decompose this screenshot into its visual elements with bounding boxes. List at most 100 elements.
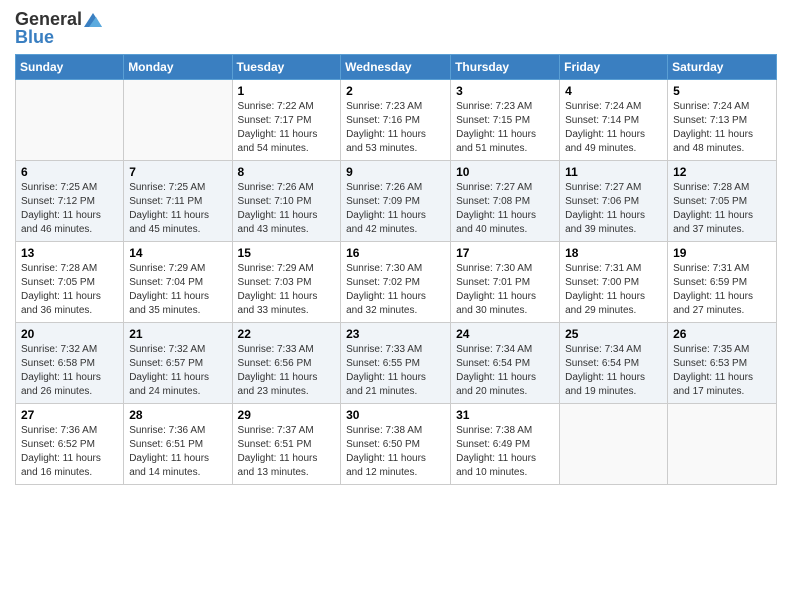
page: General Blue SundayMondayTuesdayWednesda…	[0, 0, 792, 500]
calendar-cell: 17 Sunrise: 7:30 AM Sunset: 7:01 PM Dayli…	[451, 241, 560, 322]
day-number: 13	[21, 246, 118, 260]
day-info: Sunrise: 7:25 AM Sunset: 7:11 PM Dayligh…	[129, 181, 226, 237]
day-number: 3	[456, 84, 554, 98]
calendar-cell: 12 Sunrise: 7:28 AM Sunset: 7:05 PM Dayli…	[668, 160, 777, 241]
day-number: 8	[238, 165, 336, 179]
day-info: Sunrise: 7:26 AM Sunset: 7:09 PM Dayligh…	[346, 181, 445, 237]
day-number: 20	[21, 327, 118, 341]
day-number: 6	[21, 165, 118, 179]
calendar-cell: 14 Sunrise: 7:29 AM Sunset: 7:04 PM Dayli…	[124, 241, 232, 322]
calendar-cell: 30 Sunrise: 7:38 AM Sunset: 6:50 PM Dayli…	[341, 403, 451, 484]
calendar-cell: 18Sunrise: 7:31 AM Sunset: 7:00 PM Dayli…	[560, 241, 668, 322]
day-info: Sunrise: 7:33 AM Sunset: 6:56 PM Dayligh…	[238, 343, 336, 399]
day-number: 15	[238, 246, 336, 260]
weekday-header-thursday: Thursday	[451, 54, 560, 79]
calendar-cell: 23Sunrise: 7:33 AM Sunset: 6:55 PM Dayli…	[341, 322, 451, 403]
calendar-week-row: 20 Sunrise: 7:32 AM Sunset: 6:58 PM Dayli…	[16, 322, 777, 403]
calendar-cell: 7 Sunrise: 7:25 AM Sunset: 7:11 PM Daylig…	[124, 160, 232, 241]
day-number: 4	[565, 84, 662, 98]
day-info: Sunrise: 7:30 AM Sunset: 7:01 PM Dayligh…	[456, 262, 554, 318]
calendar-cell: 8 Sunrise: 7:26 AM Sunset: 7:10 PM Daylig…	[232, 160, 341, 241]
day-info: Sunrise: 7:31 AM Sunset: 7:00 PM Dayligh…	[565, 262, 662, 318]
calendar-cell: 11Sunrise: 7:27 AM Sunset: 7:06 PM Dayli…	[560, 160, 668, 241]
calendar-cell: 15 Sunrise: 7:29 AM Sunset: 7:03 PM Dayli…	[232, 241, 341, 322]
day-number: 16	[346, 246, 445, 260]
weekday-header-row: SundayMondayTuesdayWednesdayThursdayFrid…	[16, 54, 777, 79]
weekday-header-friday: Friday	[560, 54, 668, 79]
day-number: 26	[673, 327, 771, 341]
day-number: 7	[129, 165, 226, 179]
day-number: 28	[129, 408, 226, 422]
day-info: Sunrise: 7:24 AM Sunset: 7:14 PM Dayligh…	[565, 100, 662, 156]
day-info: Sunrise: 7:25 AM Sunset: 7:12 PM Dayligh…	[21, 181, 118, 237]
calendar-cell: 13 Sunrise: 7:28 AM Sunset: 7:05 PM Dayli…	[16, 241, 124, 322]
calendar-cell: 25 Sunrise: 7:34 AM Sunset: 6:54 PM Dayli…	[560, 322, 668, 403]
calendar-cell	[16, 79, 124, 160]
day-info: Sunrise: 7:24 AM Sunset: 7:13 PM Dayligh…	[673, 100, 771, 156]
day-info: Sunrise: 7:22 AM Sunset: 7:17 PM Dayligh…	[238, 100, 336, 156]
day-number: 25	[565, 327, 662, 341]
day-info: Sunrise: 7:29 AM Sunset: 7:03 PM Dayligh…	[238, 262, 336, 318]
day-number: 27	[21, 408, 118, 422]
day-info: Sunrise: 7:33 AM Sunset: 6:55 PM Dayligh…	[346, 343, 445, 399]
calendar-cell: 24 Sunrise: 7:34 AM Sunset: 6:54 PM Dayli…	[451, 322, 560, 403]
calendar-cell: 2 Sunrise: 7:23 AM Sunset: 7:16 PM Daylig…	[341, 79, 451, 160]
day-info: Sunrise: 7:32 AM Sunset: 6:58 PM Dayligh…	[21, 343, 118, 399]
calendar-cell: 19 Sunrise: 7:31 AM Sunset: 6:59 PM Dayli…	[668, 241, 777, 322]
day-number: 5	[673, 84, 771, 98]
weekday-header-wednesday: Wednesday	[341, 54, 451, 79]
calendar-cell	[560, 403, 668, 484]
calendar-cell: 28 Sunrise: 7:36 AM Sunset: 6:51 PM Dayli…	[124, 403, 232, 484]
logo: General Blue	[15, 10, 102, 48]
logo-text-blue: Blue	[15, 28, 54, 48]
calendar-cell: 21 Sunrise: 7:32 AM Sunset: 6:57 PM Dayli…	[124, 322, 232, 403]
day-number: 19	[673, 246, 771, 260]
day-number: 17	[456, 246, 554, 260]
calendar-cell: 31Sunrise: 7:38 AM Sunset: 6:49 PM Dayli…	[451, 403, 560, 484]
day-number: 14	[129, 246, 226, 260]
calendar-week-row: 6 Sunrise: 7:25 AM Sunset: 7:12 PM Daylig…	[16, 160, 777, 241]
calendar-cell	[124, 79, 232, 160]
day-info: Sunrise: 7:29 AM Sunset: 7:04 PM Dayligh…	[129, 262, 226, 318]
day-info: Sunrise: 7:23 AM Sunset: 7:16 PM Dayligh…	[346, 100, 445, 156]
calendar-cell: 16 Sunrise: 7:30 AM Sunset: 7:02 PM Dayli…	[341, 241, 451, 322]
calendar-cell: 27 Sunrise: 7:36 AM Sunset: 6:52 PM Dayli…	[16, 403, 124, 484]
day-number: 11	[565, 165, 662, 179]
day-number: 1	[238, 84, 336, 98]
day-info: Sunrise: 7:36 AM Sunset: 6:52 PM Dayligh…	[21, 424, 118, 480]
day-number: 2	[346, 84, 445, 98]
day-info: Sunrise: 7:28 AM Sunset: 7:05 PM Dayligh…	[21, 262, 118, 318]
day-info: Sunrise: 7:28 AM Sunset: 7:05 PM Dayligh…	[673, 181, 771, 237]
calendar-cell: 6 Sunrise: 7:25 AM Sunset: 7:12 PM Daylig…	[16, 160, 124, 241]
day-info: Sunrise: 7:30 AM Sunset: 7:02 PM Dayligh…	[346, 262, 445, 318]
calendar-cell: 10Sunrise: 7:27 AM Sunset: 7:08 PM Dayli…	[451, 160, 560, 241]
day-info: Sunrise: 7:34 AM Sunset: 6:54 PM Dayligh…	[456, 343, 554, 399]
calendar-week-row: 1 Sunrise: 7:22 AM Sunset: 7:17 PM Daylig…	[16, 79, 777, 160]
day-number: 30	[346, 408, 445, 422]
day-info: Sunrise: 7:32 AM Sunset: 6:57 PM Dayligh…	[129, 343, 226, 399]
day-number: 12	[673, 165, 771, 179]
weekday-header-saturday: Saturday	[668, 54, 777, 79]
calendar-cell: 3Sunrise: 7:23 AM Sunset: 7:15 PM Daylig…	[451, 79, 560, 160]
day-info: Sunrise: 7:31 AM Sunset: 6:59 PM Dayligh…	[673, 262, 771, 318]
day-number: 21	[129, 327, 226, 341]
day-info: Sunrise: 7:27 AM Sunset: 7:08 PM Dayligh…	[456, 181, 554, 237]
calendar-cell: 22 Sunrise: 7:33 AM Sunset: 6:56 PM Dayli…	[232, 322, 341, 403]
weekday-header-sunday: Sunday	[16, 54, 124, 79]
day-number: 24	[456, 327, 554, 341]
day-info: Sunrise: 7:26 AM Sunset: 7:10 PM Dayligh…	[238, 181, 336, 237]
calendar-week-row: 27 Sunrise: 7:36 AM Sunset: 6:52 PM Dayli…	[16, 403, 777, 484]
day-number: 9	[346, 165, 445, 179]
calendar-week-row: 13 Sunrise: 7:28 AM Sunset: 7:05 PM Dayli…	[16, 241, 777, 322]
day-number: 31	[456, 408, 554, 422]
calendar-table: SundayMondayTuesdayWednesdayThursdayFrid…	[15, 54, 777, 485]
weekday-header-monday: Monday	[124, 54, 232, 79]
calendar-cell: 29Sunrise: 7:37 AM Sunset: 6:51 PM Dayli…	[232, 403, 341, 484]
weekday-header-tuesday: Tuesday	[232, 54, 341, 79]
logo-icon	[84, 13, 102, 27]
day-info: Sunrise: 7:34 AM Sunset: 6:54 PM Dayligh…	[565, 343, 662, 399]
day-info: Sunrise: 7:38 AM Sunset: 6:50 PM Dayligh…	[346, 424, 445, 480]
day-info: Sunrise: 7:36 AM Sunset: 6:51 PM Dayligh…	[129, 424, 226, 480]
calendar-cell: 20 Sunrise: 7:32 AM Sunset: 6:58 PM Dayli…	[16, 322, 124, 403]
day-number: 22	[238, 327, 336, 341]
